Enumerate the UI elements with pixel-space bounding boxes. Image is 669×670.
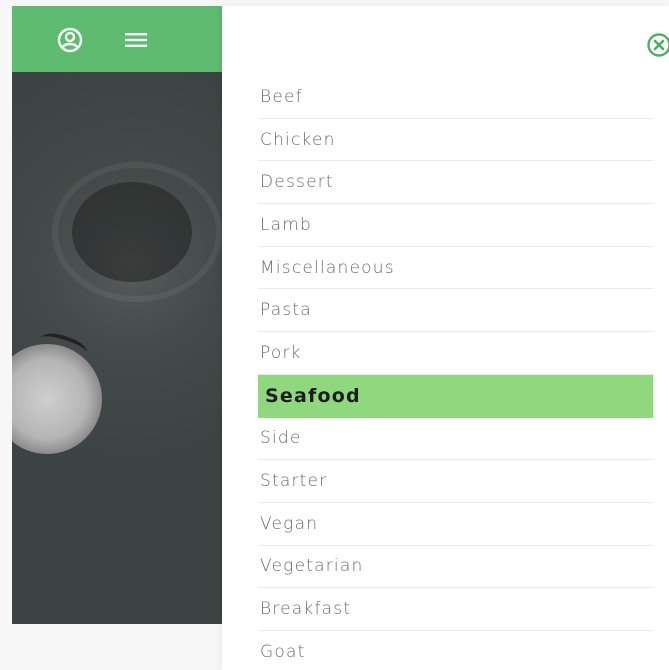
- category-item-breakfast[interactable]: Breakfast: [258, 588, 653, 631]
- category-item-dessert[interactable]: Dessert: [258, 161, 653, 205]
- category-item-vegetarian[interactable]: Vegetarian: [258, 546, 653, 589]
- top-header: [12, 6, 222, 72]
- category-list: Beef Chicken Dessert Lamb Miscellaneous Pasta…: [258, 76, 653, 670]
- app-screen: Beef Chicken Dessert Lamb Miscellaneous Pasta…: [0, 0, 669, 670]
- category-item-vegan[interactable]: Vegan: [258, 503, 653, 546]
- background-image: [12, 72, 222, 624]
- category-item-miscellaneous[interactable]: Miscellaneous: [258, 247, 653, 290]
- close-icon[interactable]: [646, 32, 669, 58]
- category-item-lamb[interactable]: Lamb: [258, 204, 653, 247]
- category-item-beef[interactable]: Beef: [258, 76, 653, 119]
- category-item-seafood[interactable]: Seafood: [258, 374, 653, 418]
- category-item-pasta[interactable]: Pasta: [258, 289, 653, 333]
- category-item-starter[interactable]: Starter: [258, 460, 653, 503]
- category-item-chicken[interactable]: Chicken: [258, 119, 653, 162]
- background-dark-shape: [72, 182, 192, 282]
- category-item-pork[interactable]: Pork: [258, 332, 653, 375]
- background-plate-shape: [12, 344, 102, 454]
- category-item-side[interactable]: Side: [258, 418, 653, 461]
- user-circle-icon[interactable]: [56, 26, 84, 54]
- hamburger-menu-icon[interactable]: [122, 26, 150, 54]
- category-item-goat[interactable]: Goat: [258, 631, 653, 670]
